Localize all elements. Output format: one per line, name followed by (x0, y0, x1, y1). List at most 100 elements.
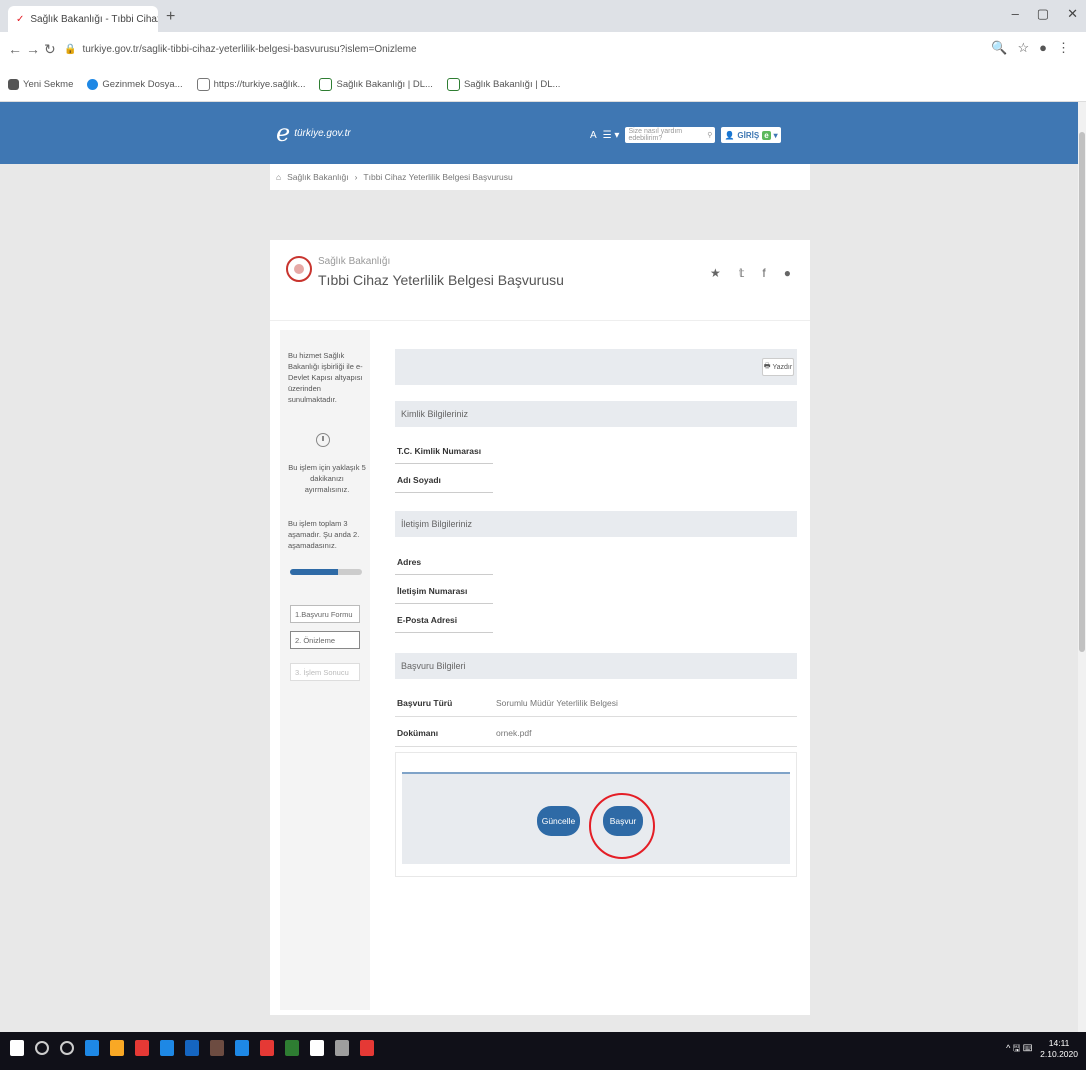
update-button[interactable]: Güncelle (537, 806, 580, 836)
taskbar-app-icon[interactable] (160, 1040, 174, 1056)
user-icon: 👤 (724, 130, 735, 140)
section-identity: Kimlik Bilgileriniz (395, 401, 797, 427)
taskbar-clock[interactable]: 14:11 2.10.2020 (1040, 1038, 1078, 1060)
search-icon[interactable]: ⚲ (707, 131, 712, 139)
bookmark-favicon-icon (8, 79, 19, 90)
site-logo[interactable]: e türkiye.gov.tr (276, 121, 351, 145)
twitter-icon[interactable]: 𝕥 (739, 266, 745, 280)
font-size-button[interactable]: A (590, 130, 597, 141)
bookmark-item[interactable]: Sağlık Bakanlığı | DL... (319, 78, 433, 91)
service-notice: Bu hizmet Sağlık Bakanlığı işbirliği ile… (288, 351, 363, 404)
tray-icons[interactable]: ^ 🖫 ⌨ (1006, 1041, 1032, 1057)
taskbar-app-icon[interactable] (110, 1040, 124, 1056)
browser-tab[interactable]: ✓ Sağlık Bakanlığı - Tıbbi Cihaz Ye × (8, 6, 158, 32)
form-toolbar (395, 349, 797, 385)
taskbar-app-icon[interactable] (285, 1040, 299, 1056)
star-icon[interactable]: ☆ (1017, 40, 1029, 56)
bookmark-page-icon (196, 78, 210, 91)
header-menu-button[interactable]: ☰ ▾ (603, 130, 620, 141)
bookmark-favicon-icon (319, 78, 333, 91)
home-icon[interactable]: ⌂ (276, 172, 281, 182)
search-icon[interactable] (35, 1041, 49, 1055)
scrollbar-thumb[interactable] (1079, 132, 1085, 652)
minimize-button[interactable]: – (1012, 6, 1019, 22)
breadcrumb-item: Tıbbi Cihaz Yeterlilik Belgesi Başvurusu (363, 172, 513, 182)
email-label: E-Posta Adresi (395, 607, 493, 633)
taskbar-app-icon[interactable] (185, 1040, 199, 1056)
application-type-value: Sorumlu Müdür Yeterlilik Belgesi (496, 698, 618, 708)
task-view-icon[interactable] (60, 1041, 74, 1055)
printer-icon: 🖶 (763, 362, 771, 370)
new-tab-button[interactable]: + (166, 8, 175, 26)
progress-text: Bu işlem toplam 3 aşamadır. Şu anda 2. a… (288, 519, 360, 550)
breadcrumb: ⌂ Sağlık Bakanlığı › Tıbbi Cihaz Yeterli… (270, 164, 810, 190)
name-label: Adı Soyadı (395, 467, 493, 493)
section-application: Başvuru Bilgileri (395, 653, 797, 679)
chevron-down-icon: ▾ (773, 130, 778, 140)
application-type-label: Başvuru Türü (397, 698, 453, 708)
breadcrumb-separator-icon: › (354, 172, 358, 182)
reload-icon[interactable]: ↻ (44, 41, 56, 58)
taskbar-app-icon[interactable] (360, 1040, 374, 1056)
taskbar-app-icon[interactable] (335, 1040, 349, 1056)
forward-arrow-icon[interactable]: → (26, 41, 40, 57)
close-button[interactable]: ✕ (1067, 6, 1078, 22)
duration-text: Bu işlem için yaklaşık 5 dakikanızı ayır… (288, 463, 366, 494)
search-input[interactable]: Size nasıl yardım edebilirim? (628, 128, 707, 142)
highlight-circle-annotation (589, 793, 655, 859)
lock-icon: 🔒 (64, 43, 77, 55)
bookmark-item[interactable]: https://turkiye.sağlık... (196, 78, 305, 91)
bookmark-item[interactable]: Sağlık Bakanlığı | DL... (446, 78, 560, 91)
site-header (0, 102, 1078, 164)
window-controls: – ▢ ✕ (1012, 6, 1078, 22)
profile-icon[interactable]: ● (1039, 40, 1047, 56)
progress-bar (290, 569, 362, 575)
windows-start-icon[interactable] (10, 1040, 24, 1056)
clock-time: 14:11 (1048, 1038, 1070, 1048)
system-tray: ^ 🖫 ⌨ 14:11 2.10.2020 (1006, 1038, 1078, 1060)
tab-favicon-icon: ✓ (16, 13, 25, 25)
url-field[interactable]: 🔒 turkiye.gov.tr/saglik-tibbi-cihaz-yete… (64, 38, 984, 60)
header-tools: A ☰ ▾ Size nasıl yardım edebilirim? ⚲ 👤 … (590, 127, 781, 143)
back-arrow-icon[interactable]: ← (8, 41, 22, 57)
ministry-emblem-icon (286, 256, 312, 282)
menu-dots-icon[interactable]: ⋮ (1057, 40, 1070, 56)
social-links: ★ 𝕥 f ● (710, 266, 791, 280)
login-button[interactable]: 👤 GİRİŞ e ▾ (721, 127, 781, 143)
logo-text: türkiye.gov.tr (294, 127, 351, 139)
bookmark-item[interactable]: Yeni Sekme (8, 79, 73, 90)
taskbar-icons (10, 1040, 374, 1056)
clock-date: 2.10.2020 (1040, 1049, 1078, 1059)
zoom-icon[interactable]: 🔍 (991, 40, 1007, 56)
row-divider (395, 746, 797, 747)
browser-tab-bar (0, 0, 1086, 32)
share-icon[interactable]: ● (784, 266, 791, 280)
taskbar-app-icon[interactable] (310, 1040, 324, 1056)
url-text: turkiye.gov.tr/saglik-tibbi-cihaz-yeterl… (82, 43, 417, 55)
breadcrumb-item[interactable]: Sağlık Bakanlığı (287, 172, 348, 182)
e-devlet-logo-icon: e (276, 119, 291, 147)
maximize-button[interactable]: ▢ (1037, 6, 1049, 22)
step-application-form[interactable]: 1.Başvuru Formu (290, 605, 360, 623)
bookmark-item[interactable]: Gezinmek Dosya... (87, 79, 183, 90)
taskbar-app-icon[interactable] (260, 1040, 274, 1056)
page-title: Tıbbi Cihaz Yeterlilik Belgesi Başvurusu (318, 272, 564, 288)
e-badge: e (762, 130, 771, 140)
taskbar-app-icon[interactable] (85, 1040, 99, 1056)
facebook-icon[interactable]: f (762, 266, 765, 280)
phone-label: İletişim Numarası (395, 578, 493, 604)
taskbar-app-icon[interactable] (210, 1040, 224, 1056)
clock-icon (316, 433, 330, 447)
favorite-star-icon[interactable]: ★ (710, 266, 721, 280)
taskbar-app-icon[interactable] (135, 1040, 149, 1056)
bookmark-favicon-icon (446, 78, 460, 91)
row-divider (395, 716, 797, 717)
print-button[interactable]: 🖶 Yazdır (762, 358, 794, 376)
document-value[interactable]: ornek.pdf (496, 728, 531, 738)
header-search-box[interactable]: Size nasıl yardım edebilirim? ⚲ (625, 127, 716, 143)
address-label: Adres (395, 549, 493, 575)
progress-bar-fill (290, 569, 339, 575)
taskbar-app-icon[interactable] (235, 1040, 249, 1056)
section-contact: İletişim Bilgileriniz (395, 511, 797, 537)
tab-title: Sağlık Bakanlığı - Tıbbi Cihaz Ye × (30, 13, 158, 25)
